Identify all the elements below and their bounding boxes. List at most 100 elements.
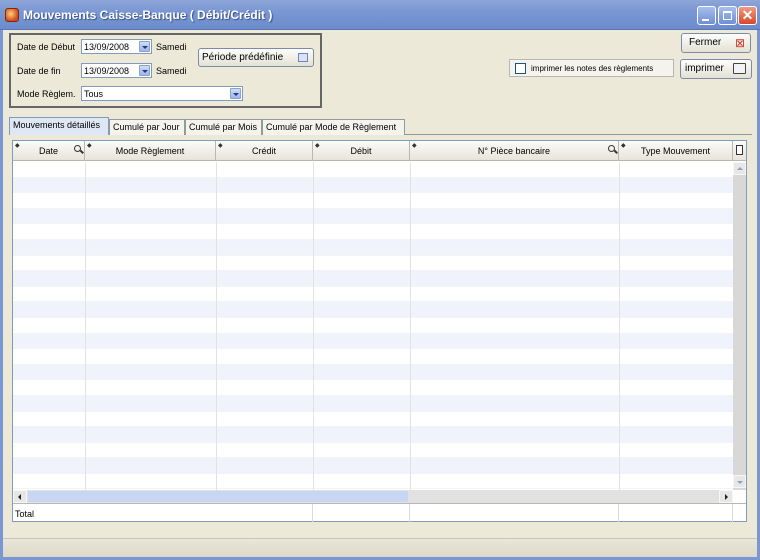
start-date-value: 13/09/2008 [84, 42, 130, 52]
dropdown-arrow-icon[interactable] [230, 88, 241, 99]
dropdown-arrow-icon[interactable] [139, 41, 150, 52]
column-divider [216, 162, 217, 490]
sort-marker-icon: ◆ [412, 143, 417, 149]
print-button[interactable]: imprimer [680, 59, 752, 79]
tab-monthly-total[interactable]: Cumulé par Mois [185, 119, 262, 135]
title-bar: Mouvements Caisse-Banque ( Débit/Crédit … [0, 0, 760, 30]
grid-rows [13, 162, 733, 490]
start-day-label: Samedi [156, 42, 187, 52]
print-notes-label: imprimer les notes des règlements [531, 64, 654, 73]
minimize-icon [702, 19, 709, 21]
table-row[interactable] [13, 162, 733, 178]
close-window-button[interactable]: ✕ [738, 6, 757, 25]
horizontal-scrollbar[interactable] [13, 490, 733, 503]
sort-marker-icon: ◆ [621, 143, 626, 149]
print-button-label: imprimer [685, 63, 724, 74]
tab-label: Cumulé par Mois [189, 122, 258, 132]
printer-icon [733, 63, 746, 74]
total-label: Total [15, 509, 35, 519]
table-row[interactable] [13, 333, 733, 350]
end-date-field[interactable]: 13/09/2008 [81, 63, 152, 78]
table-row[interactable] [13, 395, 733, 412]
close-icon: ✕ [741, 7, 754, 23]
table-row[interactable] [13, 177, 733, 194]
sort-marker-icon: ◆ [315, 143, 320, 149]
movements-grid[interactable]: ◆ Date ◆ Mode Règlement ◆ Crédit ◆ Débit ◆ N°… [12, 140, 747, 522]
table-row[interactable] [13, 458, 733, 474]
sort-marker-icon: ◆ [15, 143, 20, 149]
maximize-button[interactable] [718, 6, 737, 25]
column-header-debit[interactable]: ◆ Débit [313, 141, 410, 161]
tab-detailed-movements[interactable]: Mouvements détaillés [9, 117, 109, 135]
tab-daily-total[interactable]: Cumulé par Jour [109, 119, 185, 135]
table-row[interactable] [13, 364, 733, 381]
total-type-cell [619, 504, 733, 522]
column-title: N° Pièce bancaire [477, 146, 551, 156]
start-date-label: Date de Début [17, 42, 76, 52]
scroll-down-button[interactable] [733, 475, 746, 488]
vertical-scrollbar[interactable] [733, 162, 746, 490]
end-date-label: Date de fin [17, 66, 61, 76]
table-row[interactable] [13, 256, 733, 272]
table-row[interactable] [13, 302, 733, 318]
column-header-payment-mode[interactable]: ◆ Mode Règlement [85, 141, 216, 161]
payment-mode-select[interactable]: Tous [81, 86, 243, 101]
preset-period-button[interactable]: Période prédéfinie [198, 48, 314, 67]
app-icon [5, 8, 19, 22]
column-title: Débit [350, 146, 372, 156]
table-row[interactable] [13, 318, 733, 334]
scroll-up-button[interactable] [733, 162, 746, 175]
column-title: Date [38, 146, 58, 156]
print-notes-option[interactable]: imprimer les notes des règlements [509, 59, 674, 77]
search-icon[interactable] [74, 145, 81, 152]
column-title: Mode Règlement [115, 146, 185, 156]
table-row[interactable] [13, 208, 733, 225]
column-header-movement-type[interactable]: ◆ Type Mouvement [619, 141, 733, 161]
table-row[interactable] [13, 287, 733, 303]
table-row[interactable] [13, 349, 733, 365]
payment-mode-label: Mode Règlem. [17, 89, 76, 99]
filter-group: Date de Début 13/09/2008 Samedi Date de … [9, 33, 322, 108]
payment-mode-value: Tous [84, 89, 104, 99]
scroll-left-icon [18, 494, 21, 500]
column-title: Crédit [251, 146, 276, 156]
end-day-label: Samedi [156, 66, 187, 76]
column-chooser-button[interactable] [733, 141, 746, 161]
table-row[interactable] [13, 474, 733, 490]
table-row[interactable] [13, 239, 733, 256]
scroll-left-button[interactable] [13, 490, 27, 503]
table-row[interactable] [13, 193, 733, 209]
start-date-field[interactable]: 13/09/2008 [81, 39, 152, 54]
table-row[interactable] [13, 380, 733, 396]
scroll-down-icon [737, 481, 743, 484]
table-row[interactable] [13, 271, 733, 287]
horizontal-scroll-thumb[interactable] [28, 491, 408, 502]
column-header-date[interactable]: ◆ Date [13, 141, 85, 161]
table-row[interactable] [13, 412, 733, 428]
dropdown-arrow-icon[interactable] [139, 65, 150, 76]
tab-label: Cumulé par Jour [113, 122, 180, 132]
maximize-icon [723, 11, 732, 20]
close-red-x-icon: ⊠ [734, 36, 745, 50]
tab-label: Cumulé par Mode de Règlement [266, 122, 397, 132]
column-chooser-icon [736, 145, 743, 155]
search-icon[interactable] [608, 145, 615, 152]
scroll-up-icon [737, 167, 743, 170]
close-button-label: Fermer [689, 37, 722, 48]
close-button[interactable]: Fermer ⊠ [681, 33, 751, 53]
column-header-bank-document[interactable]: ◆ N° Pièce bancaire [410, 141, 619, 161]
total-debit-cell [313, 504, 410, 522]
table-row[interactable] [13, 224, 733, 240]
tab-payment-mode-total[interactable]: Cumulé par Mode de Règlement [262, 119, 405, 135]
minimize-button[interactable] [697, 6, 716, 25]
table-row[interactable] [13, 443, 733, 459]
grid-header: ◆ Date ◆ Mode Règlement ◆ Crédit ◆ Débit ◆ N°… [13, 141, 746, 161]
tab-label: Mouvements détaillés [13, 120, 101, 130]
scroll-right-icon [725, 494, 728, 500]
table-row[interactable] [13, 427, 733, 443]
sort-marker-icon: ◆ [87, 143, 92, 149]
print-notes-checkbox[interactable] [515, 63, 526, 74]
column-header-credit[interactable]: ◆ Crédit [216, 141, 313, 161]
total-row: Total [13, 503, 746, 522]
scroll-right-button[interactable] [719, 490, 733, 503]
